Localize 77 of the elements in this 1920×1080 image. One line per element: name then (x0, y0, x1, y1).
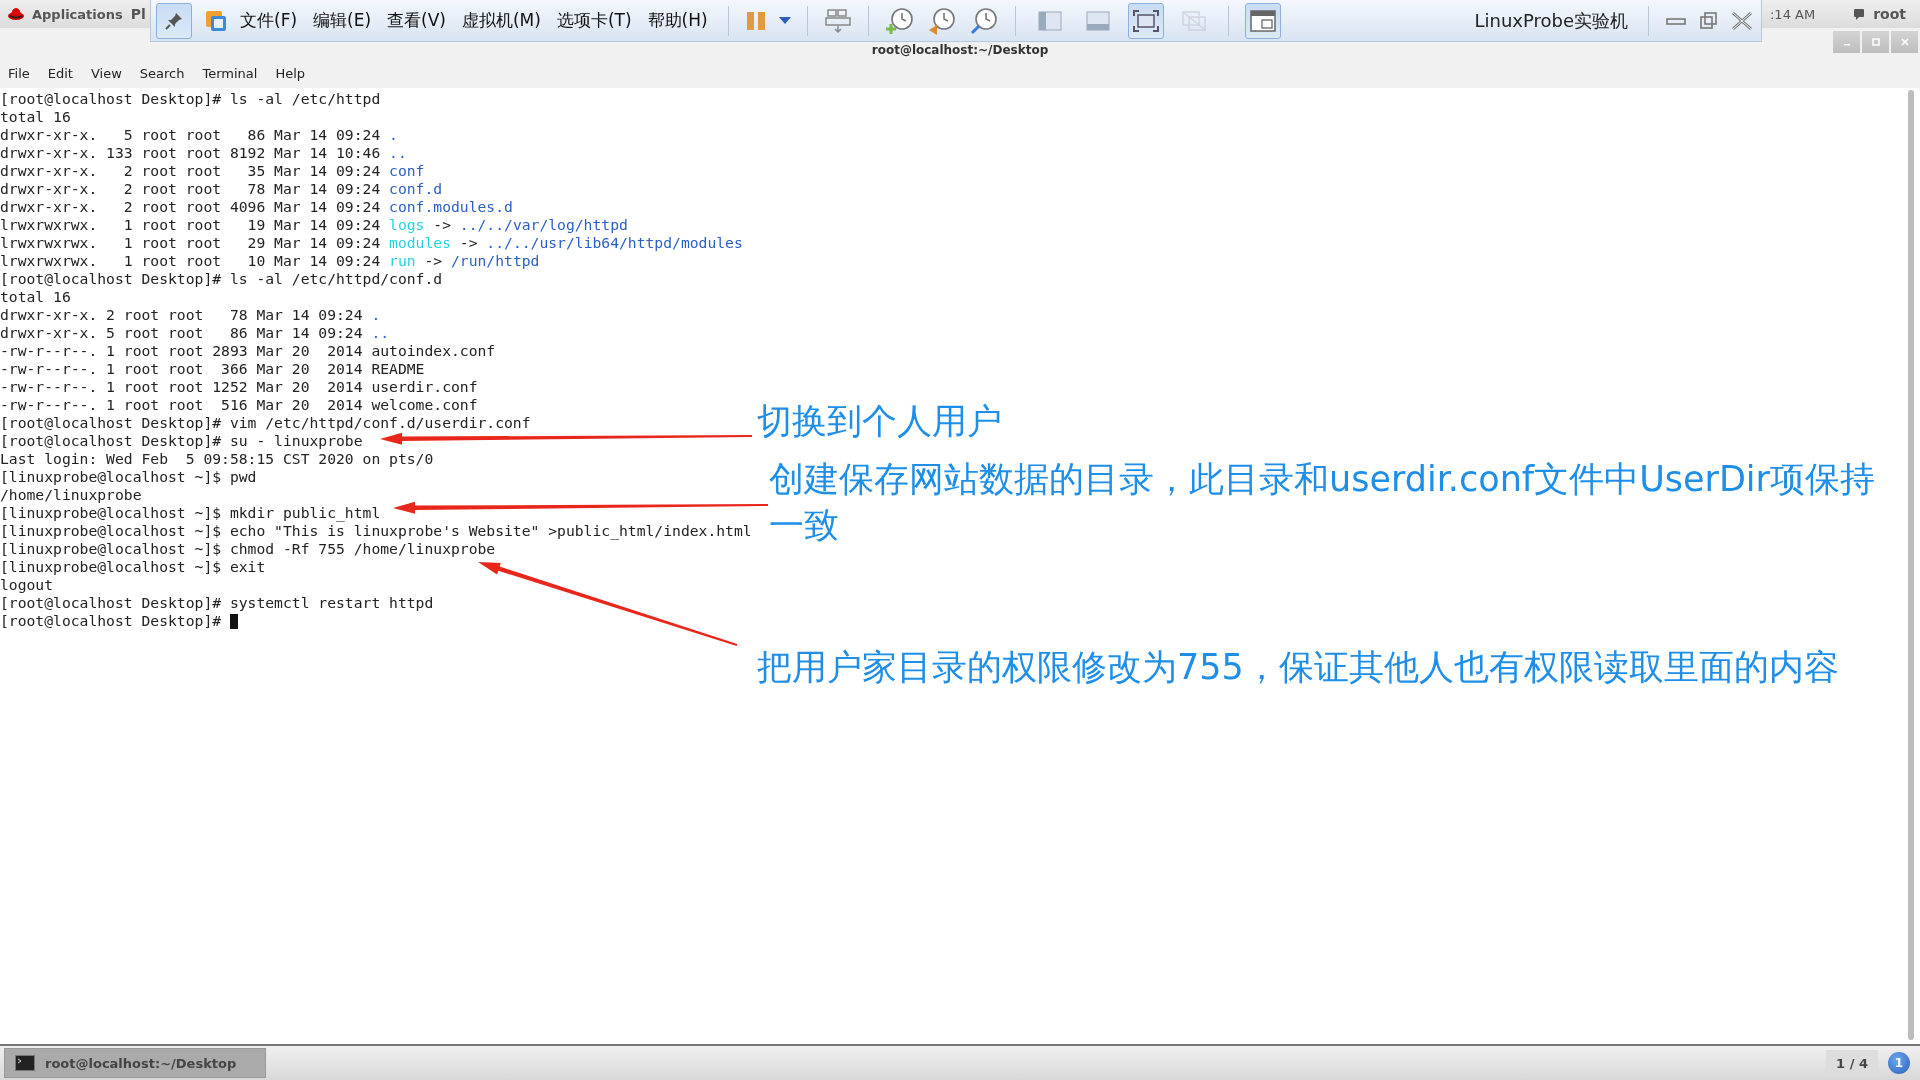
restore-icon[interactable] (1699, 10, 1719, 31)
window-icon (1249, 9, 1276, 32)
close-button[interactable] (1891, 31, 1918, 53)
user-chat-icon (1853, 8, 1866, 20)
vm-menu-item[interactable]: 虚拟机(M) (461, 9, 541, 32)
terminal-line: Last login: Wed Feb 5 09:58:15 CST 2020 on pts/0 (0, 450, 434, 468)
maximize-button[interactable] (1862, 31, 1889, 53)
terminal-line: [root@localhost Desktop]# su - linuxprobe (0, 432, 363, 450)
terminal-line: total 16 (0, 288, 71, 306)
terminal-line: drwxr-xr-x. 5 root root 86 Mar 14 09:24 .. (0, 324, 390, 342)
terminal-line: -rw-r--r--. 1 root root 1252 Mar 20 2014 userdir.conf (0, 378, 478, 396)
terminal-line: [linuxprobe@localhost ~]$ pwd (0, 468, 257, 486)
terminal-line: [root@localhost Desktop]# ls -al /etc/httpd/conf.d (0, 270, 443, 288)
menu-item[interactable]: Edit (47, 65, 73, 81)
terminal-line: [root@localhost Desktop]# ls -al /etc/httpd (0, 90, 381, 108)
applications-menu[interactable]: Applications (32, 6, 123, 22)
view-mode-icon (1084, 9, 1111, 32)
snapshot-clock-icon[interactable] (884, 5, 915, 36)
pin-button[interactable] (156, 2, 192, 39)
vm-menu-item[interactable]: 帮助(H) (647, 9, 708, 32)
terminal-line: [root@localhost Desktop]# vim /etc/httpd/conf.d/userdir.conf (0, 414, 531, 432)
scrollbar[interactable] (1908, 90, 1914, 1040)
view-mode-button[interactable] (1127, 2, 1164, 39)
terminal-line: [linuxprobe@localhost ~]$ exit (0, 558, 266, 576)
terminal-line: total 16 (0, 108, 71, 126)
vm-title: LinuxProbe实验机 (1474, 8, 1628, 33)
terminal-line: [root@localhost Desktop]# systemctl restart httpd (0, 594, 434, 612)
keyboard-send-icon[interactable] (823, 7, 852, 34)
terminal-line: [linuxprobe@localhost ~]$ mkdir public_html (0, 504, 381, 522)
terminal-line: [linuxprobe@localhost ~]$ echo "This is linuxprobe's Website" >public_html/index.html (0, 522, 752, 540)
vm-logo-icon (204, 8, 228, 33)
clock[interactable]: :14 AM (1770, 6, 1816, 22)
view-mode-icon (1132, 9, 1159, 32)
vm-menu-item[interactable]: 查看(V) (387, 9, 446, 32)
places-menu[interactable]: Pl (130, 6, 146, 22)
hat-icon (8, 7, 24, 21)
maximize-icon (1871, 38, 1880, 46)
terminal-line: -rw-r--r--. 1 root root 366 Mar 20 2014 README (0, 360, 425, 378)
terminal-line: drwxr-xr-x. 5 root root 86 Mar 14 09:24 . (0, 126, 398, 144)
terminal-line: logout (0, 576, 54, 594)
terminal-line: -rw-r--r--. 1 root root 516 Mar 20 2014 welcome.conf (0, 396, 478, 414)
terminal-line: drwxr-xr-x. 2 root root 78 Mar 14 09:24 conf.d (0, 180, 443, 198)
annotation-text: 把用户家目录的权限修改为755，保证其他人也有权限读取里面的内容 (757, 646, 1839, 689)
terminal-line: lrwxrwxrwx. 1 root root 10 Mar 14 09:24 run -> /run/httpd (0, 252, 540, 270)
window-title: root@localhost:~/Desktop (871, 43, 1049, 57)
pin-icon (164, 10, 184, 31)
snapshot-clock-icon[interactable] (968, 5, 999, 36)
terminal-icon (15, 1055, 35, 1071)
terminal-line: [root@localhost Desktop]# (0, 612, 238, 630)
view-mode-icon (1036, 9, 1063, 32)
terminal-line: [linuxprobe@localhost ~]$ chmod -Rf 755 /home/linuxprobe (0, 540, 496, 558)
terminal-line: drwxr-xr-x. 2 root root 4096 Mar 14 09:24 conf.modules.d (0, 198, 513, 216)
close-icon (1900, 38, 1909, 46)
terminal-line: lrwxrwxrwx. 1 root root 29 Mar 14 09:24 modules -> ../../usr/lib64/httpd/modules (0, 234, 743, 252)
caret-icon[interactable] (778, 16, 791, 25)
terminal-line: drwxr-xr-x. 2 root root 35 Mar 14 09:24 conf (0, 162, 425, 180)
terminal-line: drwxr-xr-x. 133 root root 8192 Mar 14 10:46 .. (0, 144, 407, 162)
menu-item[interactable]: File (8, 65, 30, 81)
menu-item[interactable]: Help (275, 65, 306, 81)
annotation-text: 创建保存网站数据的目录，此目录和userdir.conf文件中UserDir项保持一致 (769, 458, 1876, 547)
menu-item[interactable]: Search (139, 65, 185, 81)
terminal-line: -rw-r--r--. 1 root root 2893 Mar 20 2014 autoindex.conf (0, 342, 496, 360)
terminal-line: drwxr-xr-x. 2 root root 78 Mar 14 09:24 . (0, 306, 381, 324)
annotation-text: 切换到个人用户 (757, 400, 1002, 443)
user-menu[interactable]: root (1873, 6, 1906, 22)
taskbar-window-button[interactable]: root@localhost:~/Desktop (4, 1048, 266, 1078)
pause-icon[interactable] (744, 9, 767, 32)
vm-menu-item[interactable]: 选项卡(T) (556, 9, 632, 32)
terminal-line: lrwxrwxrwx. 1 root root 19 Mar 14 09:24 logs -> ../../var/log/httpd (0, 216, 628, 234)
menu-item[interactable]: View (90, 65, 122, 81)
close-icon[interactable] (1731, 10, 1753, 31)
menu-item[interactable]: Terminal (202, 65, 258, 81)
vm-menu-item[interactable]: 编辑(E) (313, 9, 372, 32)
vm-menu-item[interactable]: 文件(F) (240, 9, 298, 32)
view-mode-icon (1180, 9, 1207, 32)
console-view-button[interactable] (1244, 2, 1281, 39)
terminal-line: /home/linuxprobe (0, 486, 142, 504)
